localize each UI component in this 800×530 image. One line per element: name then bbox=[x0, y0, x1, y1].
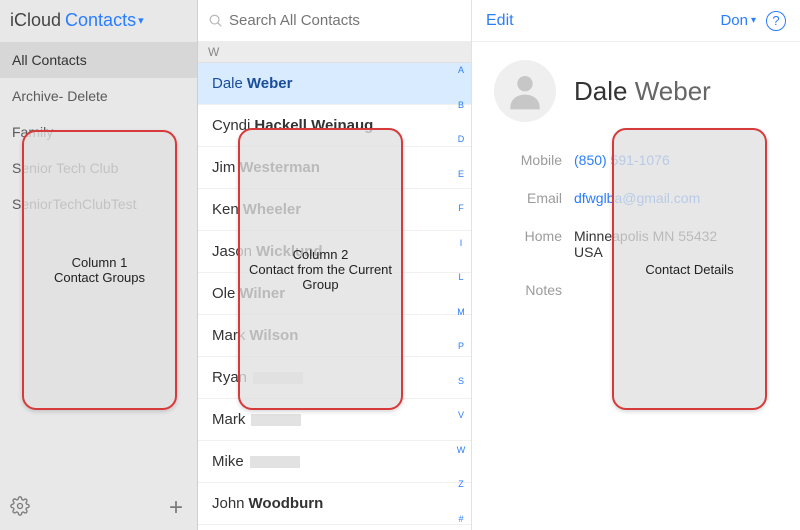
sidebar-item[interactable]: Archive- Delete bbox=[0, 78, 197, 114]
contact-row[interactable]: CyndiHackell Weinaug bbox=[198, 105, 471, 147]
index-letter[interactable]: V bbox=[453, 411, 469, 420]
detail-field: Emaildfwglba@gmail.com bbox=[494, 190, 778, 206]
chevron-down-icon: ▾ bbox=[138, 14, 144, 27]
index-letter[interactable]: # bbox=[453, 515, 469, 524]
chevron-down-icon: ▾ bbox=[751, 15, 756, 26]
gear-icon[interactable] bbox=[10, 496, 30, 521]
contact-name: Dale Weber bbox=[574, 76, 711, 107]
field-value: Minneapolis MN 55432 USA bbox=[574, 228, 717, 260]
field-label: Mobile bbox=[494, 152, 574, 168]
index-letter[interactable]: E bbox=[453, 170, 469, 179]
user-menu[interactable]: Don ▾ bbox=[720, 12, 756, 29]
contact-first-name: Dale bbox=[574, 76, 627, 106]
index-letter[interactable]: D bbox=[453, 135, 469, 144]
alpha-index[interactable]: A B D E F I L M P S V W Z # bbox=[453, 66, 469, 524]
field-value[interactable]: (850) 591-1076 bbox=[574, 152, 670, 168]
group-list: All ContactsArchive- DeleteFamilySenior … bbox=[0, 42, 197, 486]
list-section-header: W bbox=[198, 42, 471, 63]
avatar bbox=[494, 60, 556, 122]
detail-fields: Mobile(850) 591-1076 Emaildfwglba@gmail.c… bbox=[494, 152, 778, 298]
contact-row[interactable]: MarkWilson bbox=[198, 315, 471, 357]
detail-body: Dale Weber Mobile(850) 591-1076 Emaildfwg… bbox=[472, 42, 800, 338]
contact-list-column: W DaleWeberCyndiHackell WeinaugJimWester… bbox=[198, 0, 472, 530]
details-column: Edit Don ▾ ? Dale Weber bbox=[472, 0, 800, 530]
index-letter[interactable]: S bbox=[453, 377, 469, 386]
contact-row[interactable]: Mike bbox=[198, 441, 471, 483]
contact-row[interactable]: JohnWoodburn bbox=[198, 483, 471, 525]
contact-row[interactable]: Mark bbox=[198, 399, 471, 441]
search-row bbox=[198, 0, 471, 42]
contact-row[interactable]: JasonWicklund bbox=[198, 231, 471, 273]
app-switcher-label: Contacts bbox=[65, 10, 136, 31]
name-row: Dale Weber bbox=[494, 60, 778, 122]
header-right: Don ▾ ? bbox=[720, 11, 786, 31]
sidebar-header: iCloud Contacts ▾ bbox=[0, 0, 197, 42]
user-menu-label: Don bbox=[720, 12, 748, 29]
index-letter[interactable]: F bbox=[453, 204, 469, 213]
brand-label: iCloud bbox=[10, 10, 61, 31]
index-letter[interactable]: A bbox=[453, 66, 469, 75]
field-label: Home bbox=[494, 228, 574, 260]
contact-row[interactable]: Ryan bbox=[198, 357, 471, 399]
edit-button[interactable]: Edit bbox=[486, 12, 514, 30]
index-letter[interactable]: M bbox=[453, 308, 469, 317]
sidebar-item[interactable]: All Contacts bbox=[0, 42, 197, 78]
contact-row[interactable]: OleWilner bbox=[198, 273, 471, 315]
contact-list[interactable]: DaleWeberCyndiHackell WeinaugJimWesterma… bbox=[198, 63, 471, 530]
help-icon[interactable]: ? bbox=[766, 11, 786, 31]
index-letter[interactable]: Z bbox=[453, 480, 469, 489]
field-label: Email bbox=[494, 190, 574, 206]
index-letter[interactable]: I bbox=[453, 239, 469, 248]
detail-field: Notes bbox=[494, 282, 778, 298]
detail-field: HomeMinneapolis MN 55432 USA bbox=[494, 228, 778, 260]
sidebar: iCloud Contacts ▾ All ContactsArchive- D… bbox=[0, 0, 198, 530]
contact-row[interactable]: KenWheeler bbox=[198, 189, 471, 231]
index-letter[interactable]: W bbox=[453, 446, 469, 455]
contact-last-name: Weber bbox=[635, 76, 711, 106]
field-value[interactable]: dfwglba@gmail.com bbox=[574, 190, 700, 206]
index-letter[interactable]: L bbox=[453, 273, 469, 282]
app-switcher[interactable]: Contacts ▾ bbox=[65, 10, 144, 31]
sidebar-footer: + bbox=[0, 486, 197, 530]
contact-row[interactable]: JimWesterman bbox=[198, 147, 471, 189]
field-label: Notes bbox=[494, 282, 574, 298]
add-button[interactable]: + bbox=[169, 496, 183, 520]
detail-field: Mobile(850) 591-1076 bbox=[494, 152, 778, 168]
details-header: Edit Don ▾ ? bbox=[472, 0, 800, 42]
search-icon bbox=[208, 13, 223, 28]
search-input[interactable] bbox=[229, 12, 461, 29]
sidebar-item[interactable]: Family bbox=[0, 114, 197, 150]
index-letter[interactable]: B bbox=[453, 101, 469, 110]
sidebar-item[interactable]: Senior Tech Club bbox=[0, 150, 197, 186]
sidebar-item[interactable]: SeniorTechClubTest bbox=[0, 186, 197, 222]
index-letter[interactable]: P bbox=[453, 342, 469, 351]
contact-row[interactable]: DaleWeber bbox=[198, 63, 471, 105]
